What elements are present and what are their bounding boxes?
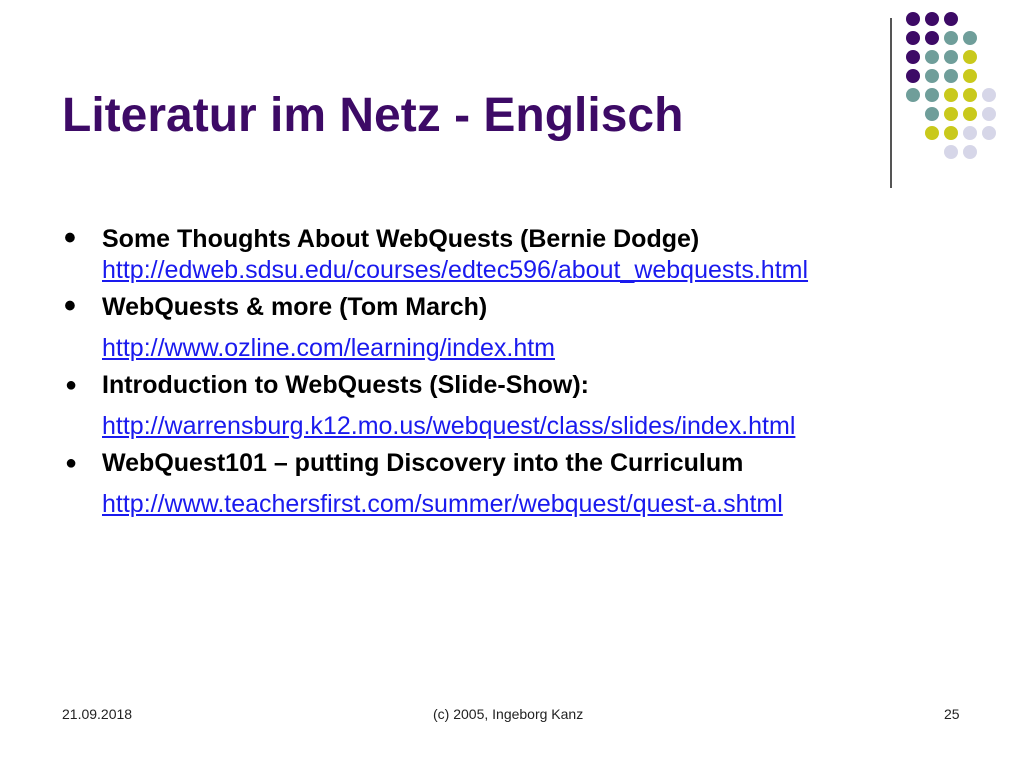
bullet-icon: ●: [65, 452, 78, 474]
footer-copyright: (c) 2005, Ingeborg Kanz: [433, 706, 584, 722]
item-link[interactable]: http://edweb.sdsu.edu/courses/edtec596/a…: [102, 255, 962, 286]
decorative-dot: [944, 50, 958, 64]
bullet-icon: •: [64, 219, 76, 257]
decorative-dot: [963, 88, 977, 102]
list-item-webquest-thoughts: • Some Thoughts About WebQuests (Bernie …: [62, 219, 962, 286]
decorative-dot: [925, 12, 939, 26]
decorative-dot: [906, 69, 920, 83]
decorative-dot: [925, 50, 939, 64]
item-label: Some Thoughts About WebQuests (Bernie Do…: [102, 225, 700, 253]
decorative-dot: [944, 31, 958, 45]
decorative-dot: [906, 31, 920, 45]
decorative-dot: [963, 50, 977, 64]
decorative-dot: [925, 69, 939, 83]
bullet-list: • Some Thoughts About WebQuests (Bernie …: [62, 219, 962, 526]
item-label: WebQuest101 – putting Discovery into the…: [102, 449, 744, 477]
footer-date: 21.09.2018: [62, 706, 133, 722]
item-label: Introduction to WebQuests (Slide-Show):: [102, 371, 590, 399]
decorative-dot: [963, 31, 977, 45]
decorative-dot: [944, 107, 958, 121]
item-link[interactable]: http://warrensburg.k12.mo.us/webquest/cl…: [102, 411, 962, 442]
decorative-dot: [944, 88, 958, 102]
item-link[interactable]: http://www.teachersfirst.com/summer/webq…: [102, 489, 962, 520]
bullet-icon: ●: [65, 374, 78, 396]
list-item-webquest101: ● WebQuest101 – putting Discovery into t…: [62, 448, 962, 520]
decorative-dot: [944, 12, 958, 26]
decorative-dot-grid: [903, 10, 996, 170]
decorative-dot: [906, 50, 920, 64]
decorative-dot: [944, 145, 958, 159]
decorative-dot: [963, 126, 977, 140]
decorative-dot: [925, 31, 939, 45]
footer-page-number: 25: [944, 706, 960, 722]
title-divider-line: [890, 18, 892, 188]
item-link[interactable]: http://www.ozline.com/learning/index.htm: [102, 333, 962, 364]
decorative-dot: [982, 107, 996, 121]
decorative-dot: [963, 69, 977, 83]
decorative-dot: [925, 107, 939, 121]
decorative-dot: [982, 88, 996, 102]
decorative-dot: [925, 88, 939, 102]
decorative-dot: [944, 69, 958, 83]
bullet-icon: •: [64, 287, 76, 325]
list-item-webquests-more: • WebQuests & more (Tom March) http://ww…: [62, 287, 962, 364]
item-label: WebQuests & more (Tom March): [102, 293, 488, 321]
slide-title: Literatur im Netz - Englisch: [62, 89, 684, 142]
decorative-dot: [982, 126, 996, 140]
decorative-dot: [963, 145, 977, 159]
decorative-dot: [906, 88, 920, 102]
decorative-dot: [906, 12, 920, 26]
list-item-introduction: ● Introduction to WebQuests (Slide-Show)…: [62, 370, 962, 442]
decorative-dot: [944, 126, 958, 140]
decorative-dot: [963, 107, 977, 121]
decorative-dot: [925, 126, 939, 140]
